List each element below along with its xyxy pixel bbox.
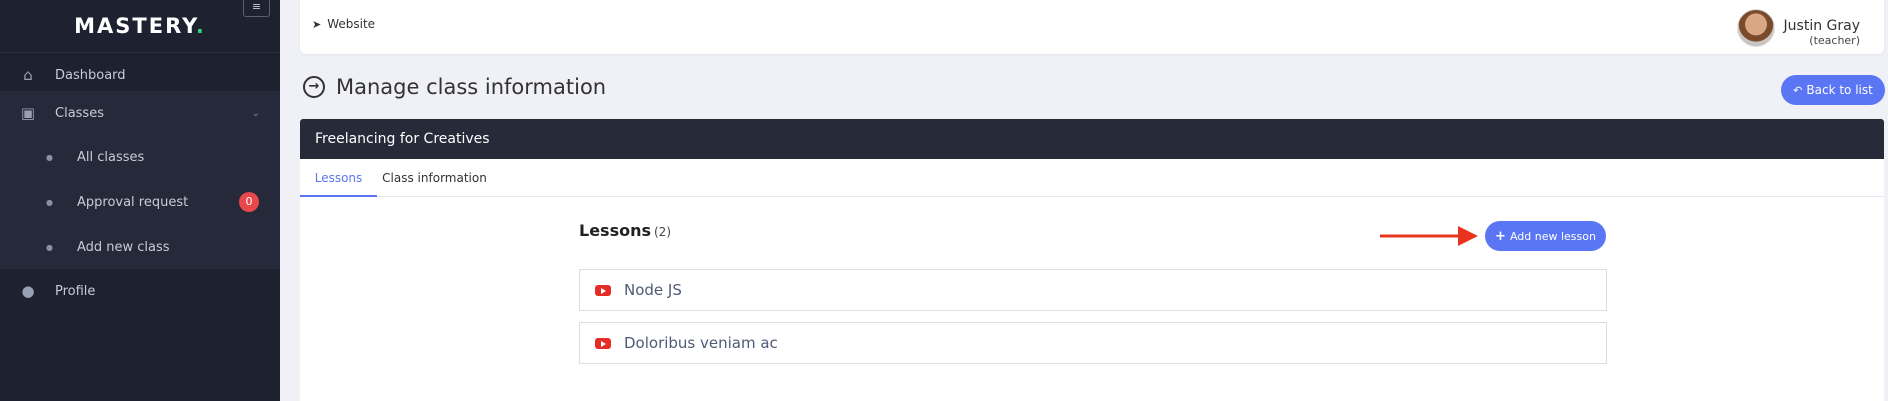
- lesson-item[interactable]: Doloribus veniam ac: [579, 322, 1607, 364]
- sidebar-item-profile[interactable]: ● Profile: [0, 269, 280, 313]
- lessons-title: Lessons: [579, 221, 651, 240]
- lessons-heading: Lessons (2): [579, 221, 671, 240]
- page-header: → Manage class information: [303, 75, 606, 99]
- user-icon: ●: [21, 282, 35, 300]
- classes-submenu: ● All classes ● Approval request 0 ● Add…: [0, 135, 280, 269]
- bullet-icon: ●: [46, 152, 53, 162]
- lesson-title: Doloribus veniam ac: [624, 334, 778, 352]
- approval-count-badge: 0: [239, 192, 259, 212]
- plus-icon: +: [1495, 228, 1506, 244]
- submenu-item-label: Add new class: [76, 239, 170, 255]
- chalkboard-icon: ▣: [20, 104, 36, 122]
- lesson-title: Node JS: [624, 281, 682, 299]
- submenu-item-approval-request[interactable]: ● Approval request 0: [0, 180, 280, 224]
- bullet-icon: ●: [46, 242, 53, 252]
- home-icon: ⌂: [23, 66, 33, 84]
- sidebar-item-label: Dashboard: [55, 67, 126, 83]
- reply-arrow-icon: ↶: [1793, 83, 1803, 97]
- menu-icon: ≡: [251, 0, 262, 13]
- website-label: Website: [327, 17, 376, 31]
- page-title: Manage class information: [336, 75, 607, 99]
- brand-dot: .: [195, 14, 206, 38]
- class-card: Freelancing for Creatives Lessons Class …: [300, 119, 1884, 401]
- youtube-icon: [595, 337, 611, 349]
- back-to-list-button[interactable]: ↶ Back to list: [1781, 75, 1885, 105]
- tab-class-information[interactable]: Class information: [377, 159, 492, 197]
- youtube-icon: [595, 284, 611, 296]
- submenu-item-all-classes[interactable]: ● All classes: [0, 135, 280, 179]
- sidebar-item-classes[interactable]: ▣ Classes ⌄: [0, 91, 280, 135]
- arrow-circle-right-icon: →: [303, 76, 325, 98]
- paper-plane-icon: ➤: [312, 17, 322, 31]
- tab-bar: Lessons Class information: [300, 159, 1884, 197]
- lesson-item[interactable]: Node JS: [579, 269, 1607, 311]
- back-button-label: Back to list: [1806, 83, 1873, 97]
- top-bar: ➤ Website Justin Gray (teacher): [300, 0, 1884, 54]
- add-lesson-label: Add new lesson: [1509, 229, 1596, 243]
- sidebar-toggle-button[interactable]: ≡: [243, 0, 270, 17]
- lessons-count: (2): [654, 225, 671, 239]
- chevron-down-icon: ⌄: [251, 107, 260, 119]
- user-name[interactable]: Justin Gray: [1784, 18, 1860, 34]
- bullet-icon: ●: [46, 197, 53, 207]
- submenu-item-label: All classes: [76, 149, 145, 165]
- user-role: (teacher): [1809, 34, 1860, 47]
- brand-name: MASTERY: [74, 14, 196, 38]
- sidebar-item-label: Profile: [55, 283, 96, 299]
- sidebar: MASTERY. ≡ ⌂ Dashboard ▣ Classes ⌄ ● All…: [0, 0, 280, 401]
- tab-lessons[interactable]: Lessons: [300, 159, 377, 197]
- submenu-item-label: Approval request: [76, 194, 189, 210]
- red-arrow-annotation: [1380, 226, 1478, 246]
- avatar[interactable]: [1737, 9, 1775, 47]
- website-link[interactable]: ➤ Website: [312, 17, 375, 31]
- card-header: Freelancing for Creatives: [300, 119, 1884, 159]
- add-new-lesson-button[interactable]: + Add new lesson: [1485, 221, 1606, 251]
- submenu-item-add-new-class[interactable]: ● Add new class: [0, 225, 280, 269]
- sidebar-item-label: Classes: [55, 105, 104, 121]
- brand-logo[interactable]: MASTERY.: [0, 0, 280, 53]
